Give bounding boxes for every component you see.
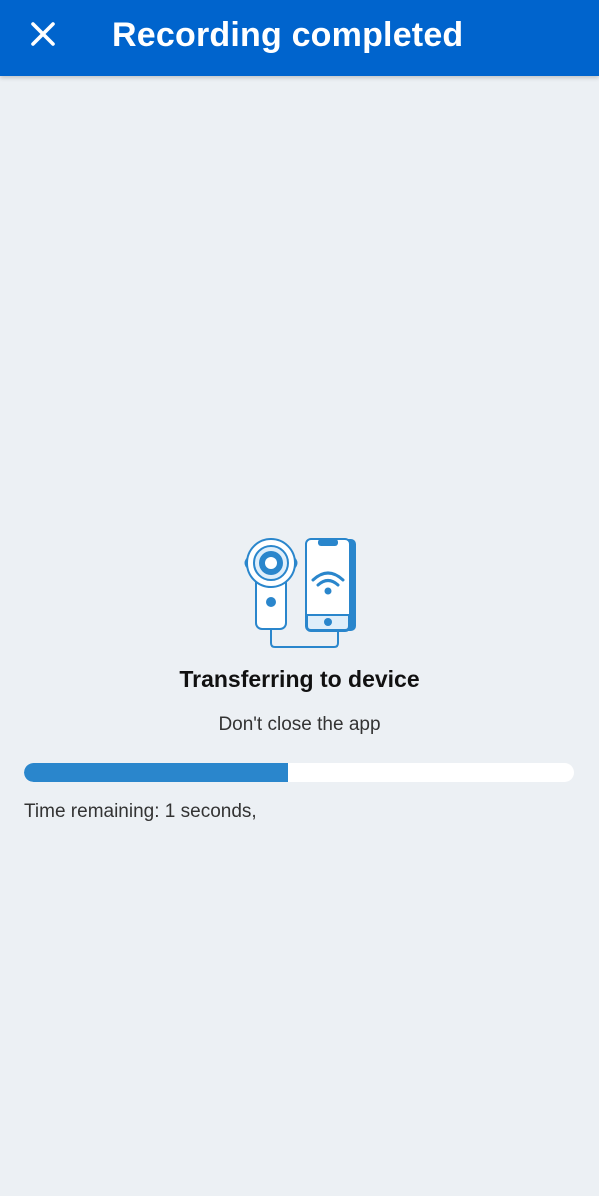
app-bar: Recording completed [0,0,599,76]
transfer-subtext: Don't close the app [218,714,381,735]
page-title: Recording completed [112,16,464,54]
time-remaining-label: Time remaining: 1 seconds, [24,801,257,822]
close-button[interactable] [22,13,64,55]
transfer-progress-fill [24,763,288,782]
transfer-heading: Transferring to device [179,666,420,692]
transfer-progress-bar [24,763,574,782]
transfer-illustration-icon [240,535,360,651]
close-icon [31,22,55,46]
